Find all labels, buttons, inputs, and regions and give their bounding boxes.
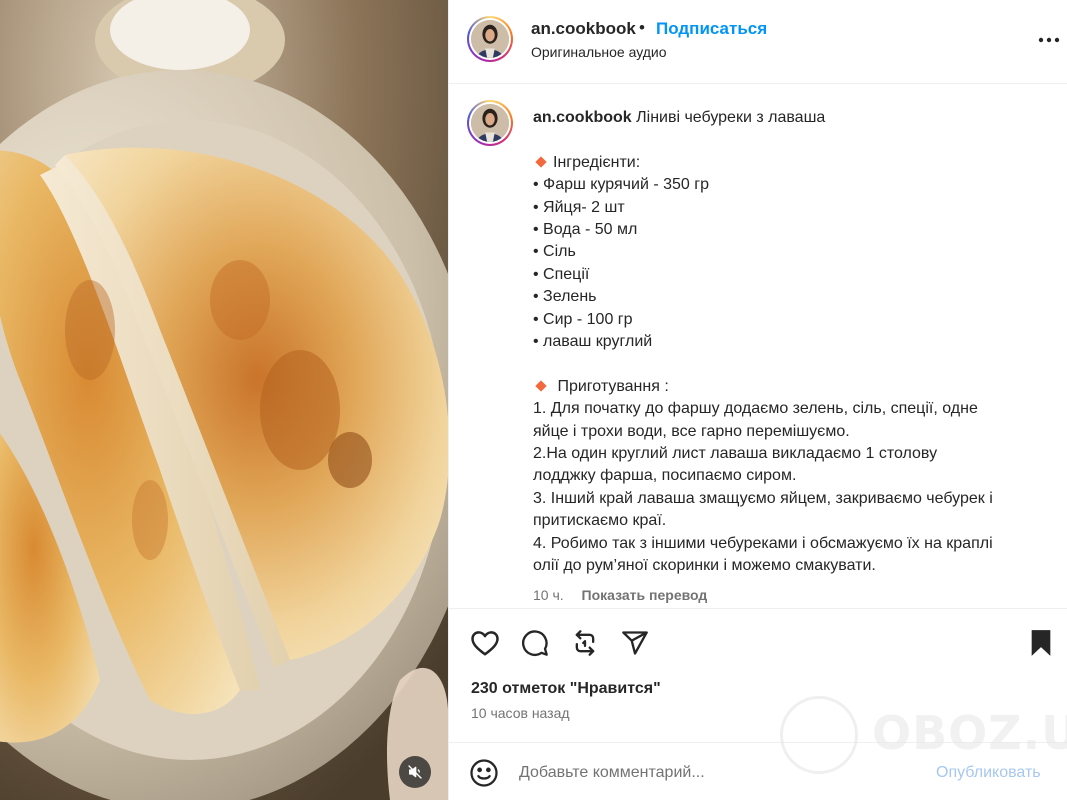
ingredient-item: • Вода - 50 мл <box>533 221 638 239</box>
comment-bar: Опубликовать <box>449 742 1067 800</box>
likes-count[interactable]: 230 отметок "Нравится" <box>471 680 661 698</box>
caption-avatar[interactable] <box>467 100 513 146</box>
avatar-photo <box>471 20 509 58</box>
mute-toggle-button[interactable] <box>399 756 431 788</box>
ingredient-item: • Яйця- 2 шт <box>533 198 625 216</box>
emoji-icon <box>470 759 498 787</box>
caption-text: an.cookbook Ліниві чебуреки з лаваша Інг… <box>533 107 1053 578</box>
avatar-photo <box>471 104 509 142</box>
ingredient-item: • Фарш курячий - 350 гр <box>533 176 709 194</box>
like-button[interactable] <box>469 627 501 659</box>
step-line: яйце і трохи води, все гарно перемішуємо… <box>533 422 850 440</box>
publish-button[interactable]: Опубликовать <box>936 764 1041 782</box>
post-header: an.cookbook • Подписаться Оригинальное а… <box>449 0 1067 84</box>
step-line: 2.На один круглий лист лаваша викладаємо… <box>533 445 938 463</box>
share-button[interactable] <box>619 627 651 659</box>
comment-icon <box>522 630 548 656</box>
method-heading: Приготування : <box>553 377 669 395</box>
caption-username[interactable]: an.cookbook <box>533 109 632 126</box>
follow-button[interactable]: Подписаться <box>656 19 767 39</box>
orange-diamond-icon <box>535 155 547 168</box>
post-media[interactable] <box>0 0 448 800</box>
show-translation-button[interactable]: Показать перевод <box>582 587 708 603</box>
ingredient-item: • Зелень <box>533 288 597 306</box>
step-line: лодджку фарша, посипаємо сиром. <box>533 467 797 485</box>
more-options-button[interactable] <box>1037 28 1061 52</box>
orange-diamond-icon <box>535 379 547 392</box>
caption-timestamp[interactable]: 10 ч. <box>533 587 564 603</box>
ingredient-item: • Сіль <box>533 243 576 261</box>
step-line: 3. Інший край лаваша змащуємо яйцем, зак… <box>533 489 993 507</box>
caption-meta: 10 ч. Показать перевод <box>533 587 707 603</box>
emoji-button[interactable] <box>469 758 499 788</box>
bookmark-icon <box>1031 630 1051 656</box>
heart-icon <box>471 631 499 656</box>
step-line: 1. Для початку до фаршу додаємо зелень, … <box>533 400 978 418</box>
food-photo <box>0 0 448 800</box>
ingredient-item: • Спеції <box>533 265 590 283</box>
post-date[interactable]: 10 часов назад <box>471 705 570 721</box>
more-horizontal-icon <box>1038 37 1060 43</box>
comment-input[interactable] <box>519 755 919 791</box>
save-button[interactable] <box>1025 627 1057 659</box>
recipe-title: Ліниві чебуреки з лаваша <box>631 109 826 126</box>
speaker-muted-icon <box>408 765 422 779</box>
step-line: 4. Робимо так з іншими чебуреками і обсм… <box>533 534 993 552</box>
post-caption: an.cookbook Ліниві чебуреки з лаваша Інг… <box>449 85 1067 609</box>
separator-dot: • <box>639 18 645 37</box>
ingredients-heading: Інгредієнти: <box>553 153 641 171</box>
repost-icon <box>575 630 595 656</box>
step-line: олії до рум’яної скоринки і можемо смаку… <box>533 557 876 575</box>
step-line: притискаємо краї. <box>533 512 667 530</box>
post-panel: an.cookbook • Подписаться Оригинальное а… <box>448 0 1067 800</box>
ingredient-item: • Сир - 100 гр <box>533 310 633 328</box>
ingredient-item: • лаваш круглий <box>533 333 653 351</box>
author-avatar[interactable] <box>467 16 513 62</box>
action-bar <box>449 610 1067 675</box>
send-icon <box>622 631 648 655</box>
repost-button[interactable] <box>569 627 601 659</box>
author-username[interactable]: an.cookbook <box>531 19 636 39</box>
comment-button[interactable] <box>519 627 551 659</box>
audio-label[interactable]: Оригинальное аудио <box>531 44 667 60</box>
